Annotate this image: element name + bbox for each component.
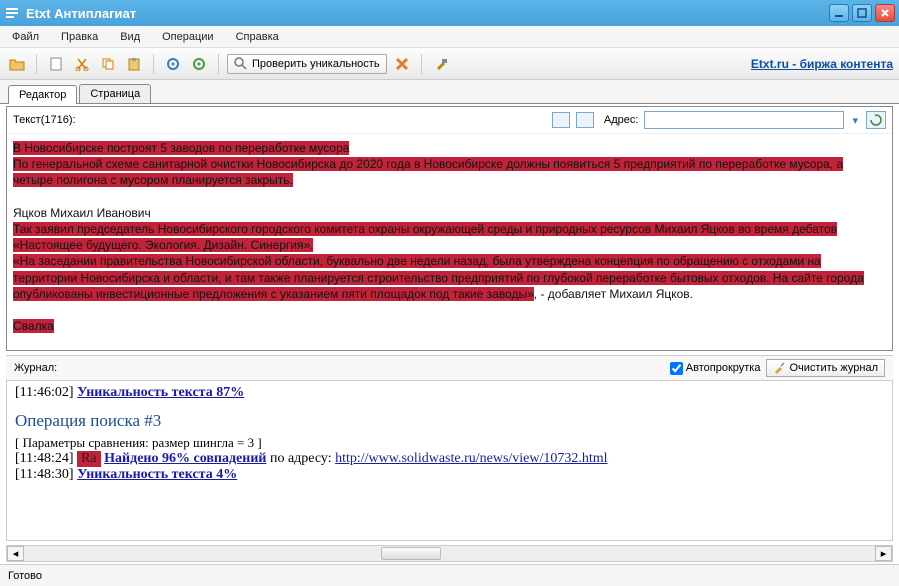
operation-params: [ Параметры сравнения: размер шингла = 3… bbox=[15, 435, 884, 451]
journal-label: Журнал: bbox=[14, 362, 57, 374]
text-line: «На заседании правительства Новосибирско… bbox=[13, 254, 864, 300]
autoscroll-input[interactable] bbox=[670, 362, 683, 375]
status-text: Готово bbox=[8, 570, 42, 582]
maximize-button[interactable] bbox=[852, 4, 872, 22]
text-line: Так заявил председатель Новосибирского г… bbox=[13, 222, 837, 252]
address-label: Адрес: bbox=[604, 114, 639, 126]
tab-editor[interactable]: Редактор bbox=[8, 85, 77, 104]
view-mode2-icon[interactable] bbox=[576, 112, 594, 128]
check-uniqueness-button[interactable]: Проверить уникальность bbox=[227, 54, 387, 74]
toolbar: Проверить уникальность Etxt.ru - биржа к… bbox=[0, 48, 899, 80]
match-mid: по адресу: bbox=[270, 451, 335, 466]
editor-panel: Текст(1716): Адрес: ▾ В Новосибирске пос… bbox=[6, 106, 893, 351]
text-line: Яцков Михаил Иванович bbox=[13, 206, 151, 220]
hammer-icon[interactable] bbox=[430, 53, 452, 75]
menu-file[interactable]: Файл bbox=[8, 28, 43, 46]
operation-title: Операция поиска #3 bbox=[15, 411, 884, 431]
timestamp: [11:46:02] bbox=[15, 385, 74, 400]
gear-blue-icon[interactable] bbox=[162, 53, 184, 75]
menu-bar: Файл Правка Вид Операции Справка bbox=[0, 26, 899, 48]
journal-row: [11:48:24] Ra Найдено 96% совпадений по … bbox=[15, 451, 884, 467]
copy-icon[interactable] bbox=[97, 53, 119, 75]
autoscroll-label: Автопрокрутка bbox=[686, 362, 761, 374]
cancel-icon[interactable] bbox=[391, 53, 413, 75]
new-doc-icon[interactable] bbox=[45, 53, 67, 75]
scroll-track[interactable] bbox=[24, 546, 875, 561]
open-folder-icon[interactable] bbox=[6, 53, 28, 75]
text-line: Свалка bbox=[13, 319, 54, 333]
clear-journal-label: Очистить журнал bbox=[789, 362, 878, 374]
check-uniqueness-label: Проверить уникальность bbox=[252, 58, 380, 70]
close-button[interactable] bbox=[875, 4, 895, 22]
status-bar: Готово bbox=[0, 564, 899, 586]
app-icon bbox=[4, 5, 20, 21]
editor-header: Текст(1716): Адрес: ▾ bbox=[7, 107, 892, 134]
title-bar: Etxt Антиплагиат bbox=[0, 0, 899, 26]
journal-header: Журнал: Автопрокрутка Очистить журнал bbox=[6, 355, 893, 381]
magnifier-icon bbox=[234, 57, 248, 71]
scroll-thumb[interactable] bbox=[381, 547, 441, 560]
toolbar-separator bbox=[421, 54, 422, 74]
gear-green-icon[interactable] bbox=[188, 53, 210, 75]
app-title: Etxt Антиплагиат bbox=[26, 6, 829, 21]
minimize-button[interactable] bbox=[829, 4, 849, 22]
text-line: , - добавляет Михаил Яцков. bbox=[534, 287, 693, 301]
refresh-button[interactable] bbox=[866, 111, 886, 129]
toolbar-separator bbox=[36, 54, 37, 74]
tab-strip: Редактор Страница bbox=[0, 80, 899, 104]
badge-ra: Ra bbox=[77, 451, 101, 467]
toolbar-separator bbox=[153, 54, 154, 74]
scroll-left-icon[interactable]: ◂ bbox=[7, 546, 24, 561]
journal-row: [11:48:30] Уникальность текста 4% bbox=[15, 467, 884, 483]
horizontal-scrollbar[interactable]: ◂ ▸ bbox=[6, 545, 893, 562]
uniqueness-link[interactable]: Уникальность текста 4% bbox=[77, 467, 237, 482]
etxt-link[interactable]: Etxt.ru - биржа контента bbox=[751, 57, 893, 71]
journal-row: [11:46:02] Уникальность текста 87% bbox=[15, 385, 884, 401]
view-mode-icon[interactable] bbox=[552, 112, 570, 128]
menu-view[interactable]: Вид bbox=[116, 28, 144, 46]
dropdown-icon[interactable]: ▾ bbox=[850, 114, 860, 127]
cut-icon[interactable] bbox=[71, 53, 93, 75]
text-line: По генеральной схеме санитарной очистки … bbox=[13, 157, 843, 187]
menu-ops[interactable]: Операции bbox=[158, 28, 217, 46]
journal-body: [11:46:02] Уникальность текста 87% Опера… bbox=[6, 381, 893, 541]
autoscroll-checkbox[interactable]: Автопрокрутка bbox=[670, 362, 761, 375]
match-link[interactable]: Найдено 96% совпадений bbox=[104, 451, 266, 466]
scroll-right-icon[interactable]: ▸ bbox=[875, 546, 892, 561]
menu-edit[interactable]: Правка bbox=[57, 28, 102, 46]
match-url[interactable]: http://www.solidwaste.ru/news/view/10732… bbox=[335, 451, 607, 466]
editor-text-area[interactable]: В Новосибирске построят 5 заводов по пер… bbox=[7, 134, 892, 350]
broom-icon bbox=[773, 362, 785, 374]
text-line: В Новосибирске построят 5 заводов по пер… bbox=[13, 141, 349, 155]
menu-help[interactable]: Справка bbox=[232, 28, 283, 46]
text-count-label: Текст(1716): bbox=[13, 114, 76, 126]
toolbar-separator bbox=[218, 54, 219, 74]
tab-page[interactable]: Страница bbox=[79, 84, 151, 103]
uniqueness-link[interactable]: Уникальность текста 87% bbox=[77, 385, 244, 400]
paste-icon[interactable] bbox=[123, 53, 145, 75]
timestamp: [11:48:30] bbox=[15, 467, 74, 482]
timestamp: [11:48:24] bbox=[15, 451, 74, 466]
address-input[interactable] bbox=[644, 111, 844, 129]
clear-journal-button[interactable]: Очистить журнал bbox=[766, 359, 885, 377]
